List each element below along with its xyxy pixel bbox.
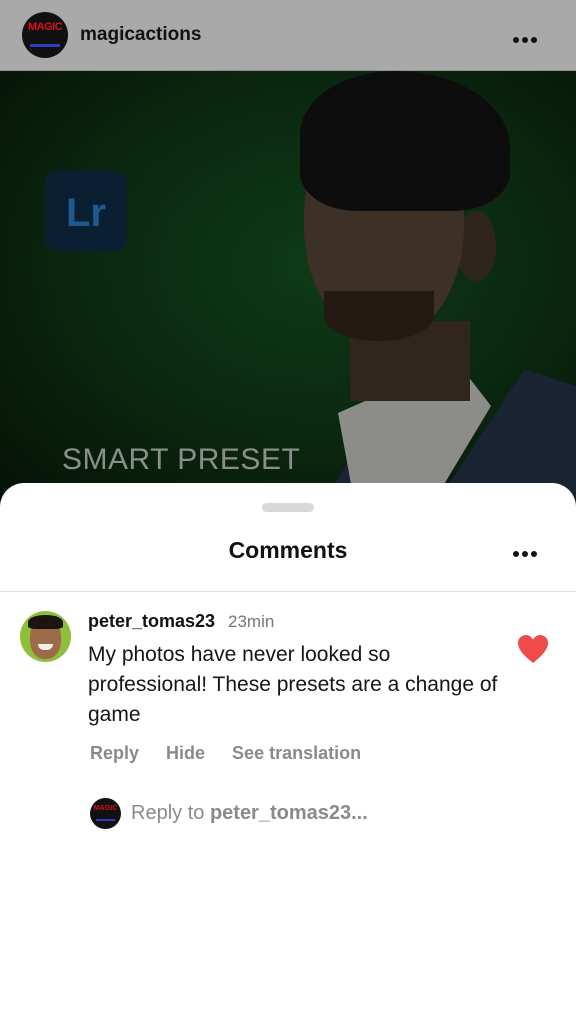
current-user-avatar: MAGIC bbox=[90, 798, 121, 829]
reply-input-target: peter_tomas23... bbox=[209, 802, 368, 824]
commenter-avatar[interactable] bbox=[20, 611, 71, 662]
comment-timestamp: 23min bbox=[228, 612, 275, 631]
reply-input[interactable]: Reply to peter_tomas23... bbox=[131, 802, 368, 825]
lightroom-logo: Lr bbox=[45, 171, 127, 251]
heart-icon[interactable] bbox=[517, 634, 549, 664]
comment-username[interactable]: peter_tomas23 bbox=[88, 611, 215, 632]
comment-actions: Reply Hide See translation bbox=[90, 743, 361, 764]
post-image: Lr SMART PRESET bbox=[0, 71, 576, 501]
image-caption: SMART PRESET bbox=[62, 443, 301, 476]
portrait-person bbox=[290, 71, 576, 501]
account-avatar[interactable]: MAGIC bbox=[22, 12, 68, 58]
comment-text: My photos have never looked so professio… bbox=[88, 643, 498, 726]
account-username[interactable]: magicactions bbox=[80, 24, 201, 46]
comments-sheet: Comments peter_tomas23 23min My photos h… bbox=[0, 483, 576, 1024]
more-horizontal-icon[interactable] bbox=[513, 37, 537, 43]
divider bbox=[0, 591, 576, 592]
post-header: MAGIC magicactions bbox=[0, 0, 576, 71]
see-translation-button[interactable]: See translation bbox=[232, 743, 361, 764]
reply-button[interactable]: Reply bbox=[90, 743, 139, 764]
more-horizontal-icon[interactable] bbox=[513, 551, 537, 557]
avatar-logo-text: MAGIC bbox=[28, 21, 63, 33]
sheet-drag-handle[interactable] bbox=[262, 503, 314, 512]
reply-input-prefix: Reply to bbox=[131, 802, 210, 824]
hide-button[interactable]: Hide bbox=[166, 743, 205, 764]
sheet-title: Comments bbox=[228, 537, 348, 563]
